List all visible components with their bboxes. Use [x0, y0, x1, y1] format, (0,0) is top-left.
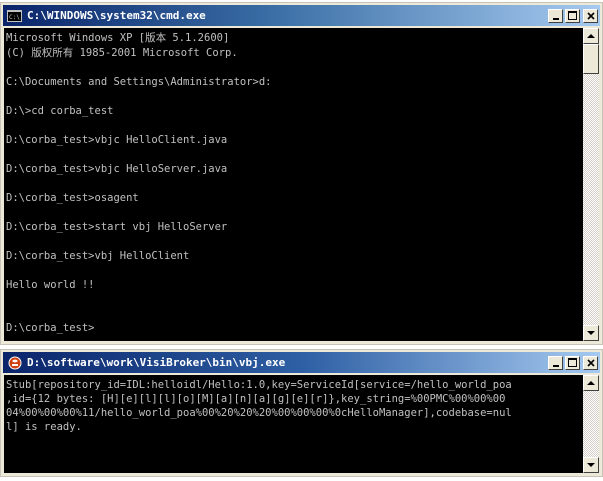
console-line: Stub[repository_id=IDL:helloidl/Hello:1.… [6, 379, 512, 391]
close-button[interactable] [583, 355, 598, 370]
vbj-title-bar[interactable]: D:\software\work\VisiBroker\bin\vbj.exe [3, 352, 600, 373]
minimize-button[interactable] [548, 8, 563, 23]
cmd-window-title: C:\WINDOWS\system32\cmd.exe [27, 9, 206, 22]
console-line: l] is ready. [6, 421, 82, 433]
minimize-icon [552, 17, 559, 20]
cmd-window[interactable]: C:\ C:\WINDOWS\system32\cmd.exe Microsof… [0, 2, 603, 345]
console-line: ,id={12 bytes: [H][e][l][l][o][M][a][n][… [6, 393, 506, 405]
scrollbar-track[interactable] [583, 44, 599, 325]
vertical-scrollbar[interactable] [583, 375, 599, 473]
console-line: D:\corba_test>vbjc HelloServer.java [6, 162, 228, 175]
console-line: D:\corba_test>start vbj HelloServer [6, 220, 228, 233]
maximize-icon [568, 11, 577, 20]
arrow-up-icon [587, 34, 595, 38]
scroll-up-button[interactable] [583, 375, 599, 391]
close-button[interactable] [583, 8, 598, 23]
console-line: (C) 版权所有 1985-2001 Microsoft Corp. [6, 46, 238, 59]
scrollbar-track[interactable] [583, 391, 599, 457]
svg-text:C:\: C:\ [9, 14, 20, 21]
console-line: D:\corba_test>vbj HelloClient [6, 249, 190, 262]
scroll-up-button[interactable] [583, 28, 599, 44]
close-icon [586, 358, 595, 367]
console-line: D:\corba_test> [6, 322, 95, 334]
console-line: D:\>cd corba_test [6, 104, 114, 117]
console-line: Microsoft Windows XP [版本 5.1.2600] [6, 32, 230, 44]
console-output[interactable]: Microsoft Windows XP [版本 5.1.2600] (C) 版权… [4, 28, 583, 341]
console-line: D:\corba_test>vbjc HelloClient.java [6, 133, 228, 146]
console-line: C:\Documents and Settings\Administrator>… [6, 75, 272, 88]
minimize-icon [552, 364, 559, 367]
arrow-up-icon [587, 381, 595, 385]
console-line: D:\corba_test>osagent [6, 191, 139, 204]
arrow-down-icon [587, 463, 595, 467]
console-output[interactable]: Stub[repository_id=IDL:helloidl/Hello:1.… [4, 375, 583, 473]
maximize-icon [568, 358, 577, 367]
scroll-down-button[interactable] [583, 457, 599, 473]
maximize-button[interactable] [565, 8, 580, 23]
scrollbar-thumb[interactable] [583, 44, 599, 74]
arrow-down-icon [587, 331, 595, 335]
vertical-scrollbar[interactable] [583, 28, 599, 341]
vbj-window-title: D:\software\work\VisiBroker\bin\vbj.exe [27, 356, 286, 369]
cmd-title-bar[interactable]: C:\ C:\WINDOWS\system32\cmd.exe [3, 5, 600, 26]
vbj-window[interactable]: D:\software\work\VisiBroker\bin\vbj.exe … [0, 349, 603, 477]
minimize-button[interactable] [548, 355, 563, 370]
cmd-icon[interactable]: C:\ [7, 9, 22, 22]
close-icon [586, 11, 595, 20]
java-icon[interactable] [7, 356, 22, 369]
console-line: Hello world !! [6, 278, 95, 291]
console-line: 04%00%00%00%11/hello_world_poa%00%20%20%… [6, 407, 512, 419]
scroll-down-button[interactable] [583, 325, 599, 341]
maximize-button[interactable] [565, 355, 580, 370]
